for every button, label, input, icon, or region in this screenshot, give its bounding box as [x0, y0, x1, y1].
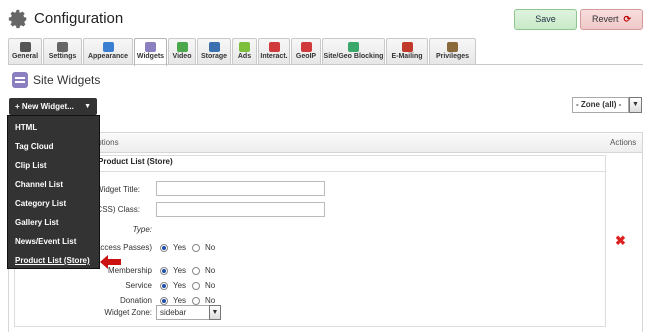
header-bar: Configuration Save Revert ⟳ [0, 0, 650, 38]
tab-label: General [11, 53, 39, 60]
revert-button[interactable]: Revert ⟳ [580, 9, 643, 30]
brush-icon [102, 42, 114, 52]
no-radio[interactable] [192, 244, 200, 252]
column-header-actions: Actions [610, 138, 637, 147]
tab-label: Widgets [136, 53, 165, 60]
no-label: No [205, 281, 216, 290]
tab-storage[interactable]: Storage [197, 38, 231, 65]
widget-zone-label: Widget Zone: [104, 308, 152, 317]
page-title: Configuration [34, 10, 124, 27]
chevron-down-icon[interactable]: ▼ [209, 305, 221, 320]
no-label: No [205, 243, 216, 252]
save-button[interactable]: Save [514, 9, 577, 30]
tab-label: Storage [200, 53, 228, 60]
tab-label: E-Mailing [391, 53, 423, 60]
tab-label: Ads [237, 53, 252, 60]
menu-item-clip-list[interactable]: Clip List [15, 161, 47, 170]
video-icon [19, 42, 31, 52]
chevron-down-icon[interactable]: ▼ [629, 97, 642, 113]
tab-label: Site/Geo Blocking [323, 53, 384, 60]
widgets-icon [12, 72, 28, 88]
no-label: No [205, 296, 216, 305]
yes-radio[interactable] [160, 282, 168, 290]
tab-label: Settings [48, 53, 77, 60]
widget-panel-title: Product List (Store) [98, 157, 173, 166]
container-class-input[interactable] [156, 202, 325, 217]
yes-label: Yes [173, 243, 187, 252]
no-label: No [205, 266, 216, 275]
no-radio[interactable] [192, 267, 200, 275]
tab-interact[interactable]: Interact. [258, 38, 290, 65]
tab-ads[interactable]: Ads [232, 38, 257, 65]
type-option-label: Donation [119, 296, 152, 305]
type-option-label: Service [125, 281, 152, 290]
ads-icon [239, 42, 250, 52]
no-radio[interactable] [192, 282, 200, 290]
widgets-icon [145, 42, 156, 52]
yes-label: Yes [173, 281, 187, 290]
zone-filter-select[interactable]: - Zone (all) - [572, 97, 629, 113]
storage-icon [208, 42, 220, 52]
mail-icon [401, 42, 413, 52]
yes-radio[interactable] [160, 267, 168, 275]
yes-label: Yes [173, 266, 187, 275]
arrow-left-icon [100, 255, 121, 269]
yes-label: Yes [173, 296, 187, 305]
menu-item-html[interactable]: HTML [15, 123, 37, 132]
tab-settings[interactable]: Settings [43, 38, 82, 65]
save-button-label: Save [535, 14, 556, 24]
tab-label: Video [172, 53, 192, 60]
tab-label: GeoIP [295, 53, 317, 60]
config-tabs: General Settings Appearance Widgets Video Sto… [8, 38, 477, 66]
tab-widgets[interactable]: Widgets [134, 38, 167, 66]
refresh-icon: ⟳ [623, 14, 632, 24]
menu-item-tag-cloud[interactable]: Tag Cloud [15, 142, 54, 151]
tab-label: Privileges [435, 53, 470, 60]
menu-item-news-event-list[interactable]: News/Event List [15, 237, 76, 246]
tab-general[interactable]: General [8, 38, 42, 65]
gear-icon [8, 9, 27, 29]
tab-label: Appearance [87, 53, 129, 60]
tab-video[interactable]: Video [168, 38, 196, 65]
no-radio[interactable] [192, 297, 200, 305]
tab-appearance[interactable]: Appearance [83, 38, 133, 65]
film-icon [176, 42, 188, 52]
map-pin-icon [300, 42, 312, 52]
section-title: Site Widgets [33, 73, 101, 87]
revert-button-label: Revert [591, 14, 619, 24]
delete-icon[interactable]: ✖ [615, 234, 626, 247]
tab-label: Interact. [260, 53, 288, 60]
widget-zone-select[interactable]: sidebar [156, 305, 210, 320]
menu-item-gallery-list[interactable]: Gallery List [15, 218, 59, 227]
new-widget-menu: HTML Tag Cloud Clip List Channel List Catego… [7, 115, 100, 269]
tab-site-geo-blocking[interactable]: Site/Geo Blocking [322, 38, 385, 65]
gears-icon [57, 42, 68, 52]
caret-down-icon: ▼ [84, 103, 91, 110]
menu-item-category-list[interactable]: Category List [15, 199, 66, 208]
tab-e-mailing[interactable]: E-Mailing [386, 38, 428, 65]
yes-radio[interactable] [160, 297, 168, 305]
tab-privileges[interactable]: Privileges [429, 38, 476, 65]
tab-divider [8, 64, 643, 65]
users-icon [447, 42, 458, 52]
menu-item-product-list-store[interactable]: Product List (Store) [15, 256, 90, 265]
cursor-icon [268, 42, 280, 52]
menu-item-channel-list[interactable]: Channel List [15, 180, 63, 189]
globe-icon [348, 42, 359, 52]
tab-geoip[interactable]: GeoIP [291, 38, 321, 65]
new-widget-button[interactable]: + New Widget... ▼ [9, 98, 97, 115]
widget-title-input[interactable] [156, 181, 325, 196]
new-widget-label: + New Widget... [15, 102, 74, 111]
yes-radio[interactable] [160, 244, 168, 252]
